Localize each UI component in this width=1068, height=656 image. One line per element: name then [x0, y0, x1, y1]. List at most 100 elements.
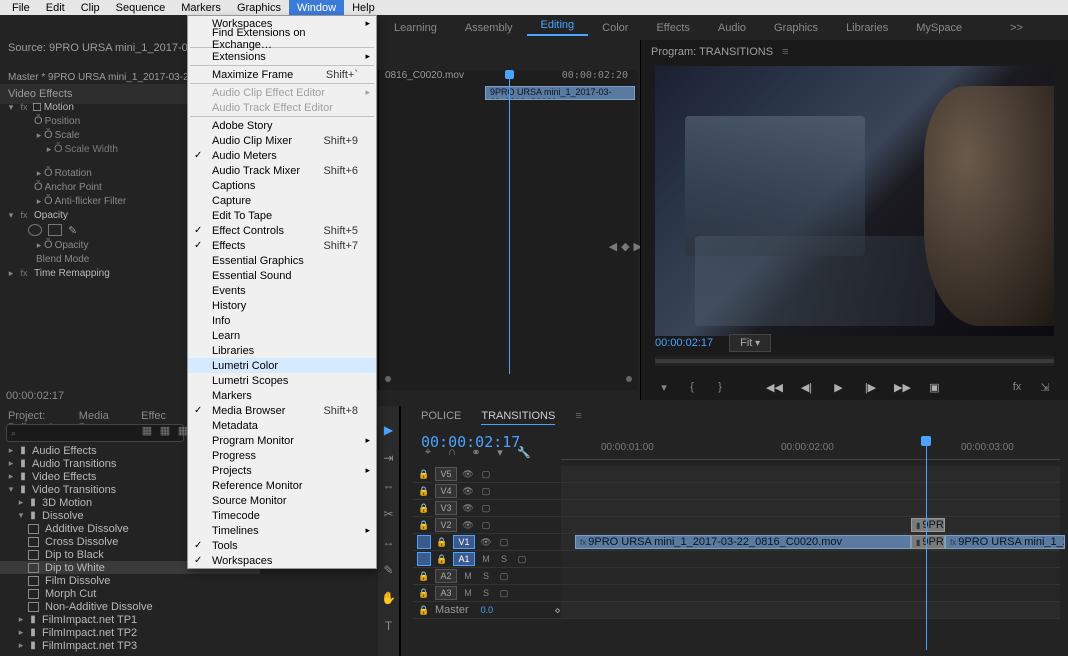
marker-icon[interactable]: ▾	[493, 446, 507, 459]
workspace-libraries[interactable]: Libraries	[832, 22, 902, 34]
slip-tool-icon[interactable]: ↔	[381, 534, 397, 550]
zoom-fit-dropdown[interactable]: Fit ▾	[729, 334, 771, 352]
folder-filmimpact3[interactable]: ▸▮FilmImpact.net TP3	[0, 639, 260, 652]
in-point-icon[interactable]: {	[683, 381, 701, 394]
transition-item[interactable]: Non-Additive Dissolve	[0, 600, 260, 613]
track-v4[interactable]: 🔒V4👁▢	[413, 483, 1060, 500]
preset-icon[interactable]: ▦	[140, 424, 154, 437]
marker-icon[interactable]: ▾	[655, 381, 673, 394]
menu-item-learn[interactable]: Learn	[188, 328, 376, 343]
mute-button[interactable]: M	[461, 569, 475, 583]
workspace-color[interactable]: Color	[588, 22, 642, 34]
track-v1[interactable]: 🔒V1👁▢ fx9PRO URSA mini_1_2017-03-22_0816…	[413, 534, 1060, 551]
source-clip[interactable]: 9PRO URSA mini_1_2017-03-22_0816_C0020	[485, 86, 635, 100]
out-point-icon[interactable]: }	[711, 381, 729, 394]
preset-icon[interactable]: ▦	[158, 424, 172, 437]
workspace-overflow-icon[interactable]: >>	[996, 22, 1037, 34]
ripple-tool-icon[interactable]: ⇔	[381, 478, 397, 494]
workspace-graphics[interactable]: Graphics	[760, 22, 832, 34]
selection-tool-icon[interactable]: ▶	[381, 422, 397, 438]
menu-item-timecode[interactable]: Timecode	[188, 508, 376, 523]
wrench-icon[interactable]: 🔧	[517, 446, 531, 459]
workspace-assembly[interactable]: Assembly	[451, 22, 527, 34]
eye-icon[interactable]: 👁	[461, 518, 475, 532]
lock-icon[interactable]: 🔒	[417, 467, 431, 481]
workspace-effects[interactable]: Effects	[642, 22, 703, 34]
menu-item-events[interactable]: Events	[188, 283, 376, 298]
program-scrubber[interactable]	[655, 356, 1054, 366]
razor-tool-icon[interactable]: ✂	[381, 506, 397, 522]
menu-help[interactable]: Help	[344, 0, 383, 15]
lock-icon[interactable]: 🔒	[417, 484, 431, 498]
track-master[interactable]: 🔒Master0.0⋄	[413, 602, 1060, 619]
source-patch-icon[interactable]	[417, 535, 431, 549]
scroll-handle-icon[interactable]	[385, 376, 391, 382]
ec-motion[interactable]: ▾fx☐Motion	[0, 100, 188, 114]
folder-filmimpact1[interactable]: ▸▮FilmImpact.net TP1	[0, 613, 260, 626]
step-forward-icon[interactable]: ▶▶	[894, 381, 912, 394]
folder-filmimpact2[interactable]: ▸▮FilmImpact.net TP2	[0, 626, 260, 639]
rect-mask-icon[interactable]	[48, 224, 62, 236]
track-a1[interactable]: 🔒A1MS▢	[413, 551, 1060, 568]
source-patch-icon[interactable]	[417, 552, 431, 566]
menu-item-capture[interactable]: Capture	[188, 193, 376, 208]
lock-icon[interactable]: 🔒	[435, 552, 449, 566]
menu-clip[interactable]: Clip	[73, 0, 108, 15]
transition-item[interactable]: Film Dissolve	[0, 574, 260, 587]
frame-forward-icon[interactable]: |▶	[862, 381, 880, 394]
menu-item-lumetri-color[interactable]: Lumetri Color	[188, 358, 376, 373]
workspace-audio[interactable]: Audio	[704, 22, 760, 34]
ec-scale[interactable]: ▸ŎScale	[0, 128, 188, 142]
menu-item-adobe-story[interactable]: Adobe Story	[188, 118, 376, 133]
menu-graphics[interactable]: Graphics	[229, 0, 289, 15]
video-clip[interactable]: fx9PRO URSA mini_1_2017-03-22_0816_C0020…	[575, 535, 911, 549]
menu-item-edit-to-tape[interactable]: Edit To Tape	[188, 208, 376, 223]
menu-item-info[interactable]: Info	[188, 313, 376, 328]
panel-menu-icon[interactable]: ≡	[782, 46, 788, 58]
video-clip[interactable]: ▮9PRO	[911, 535, 945, 549]
solo-button[interactable]: S	[497, 552, 511, 566]
menu-item-extensions[interactable]: Extensions	[188, 49, 376, 64]
menu-markers[interactable]: Markers	[173, 0, 229, 15]
track-a2[interactable]: 🔒A2MS▢	[413, 568, 1060, 585]
eye-icon[interactable]: 👁	[461, 501, 475, 515]
lock-icon[interactable]: 🔒	[417, 518, 431, 532]
scroll-handle-icon[interactable]	[626, 376, 632, 382]
track-v5[interactable]: 🔒V5👁▢	[413, 466, 1060, 483]
menu-item-essential-sound[interactable]: Essential Sound	[188, 268, 376, 283]
mute-button[interactable]: M	[479, 552, 493, 566]
menu-item-effect-controls[interactable]: Effect ControlsShift+5	[188, 223, 376, 238]
menu-item-audio-clip-mixer[interactable]: Audio Clip MixerShift+9	[188, 133, 376, 148]
lock-icon[interactable]: 🔒	[435, 535, 449, 549]
menu-item-effects[interactable]: EffectsShift+7	[188, 238, 376, 253]
menu-item-audio-meters[interactable]: Audio Meters	[188, 148, 376, 163]
transition-item[interactable]: Morph Cut	[0, 587, 260, 600]
menu-item-media-browser[interactable]: Media BrowserShift+8	[188, 403, 376, 418]
track-v3[interactable]: 🔒V3👁▢	[413, 500, 1060, 517]
program-viewport[interactable]	[655, 66, 1054, 336]
lock-icon[interactable]: 🔒	[417, 501, 431, 515]
menu-item-history[interactable]: History	[188, 298, 376, 313]
lock-icon[interactable]: 🔒	[417, 569, 431, 583]
type-tool-icon[interactable]: T	[381, 618, 397, 634]
timeline-tab-police[interactable]: POLICE	[421, 410, 461, 425]
menu-item-program-monitor[interactable]: Program Monitor	[188, 433, 376, 448]
magnet-icon[interactable]: ∩	[445, 446, 459, 459]
frame-back-icon[interactable]: ◀|	[798, 381, 816, 394]
workspace-editing[interactable]: Editing	[527, 19, 589, 36]
export-frame-icon[interactable]: ▣	[926, 381, 944, 394]
menu-item-find-extensions-on-exchange[interactable]: Find Extensions on Exchange…	[188, 31, 376, 46]
mute-button[interactable]: M	[461, 586, 475, 600]
menu-item-source-monitor[interactable]: Source Monitor	[188, 493, 376, 508]
link-icon[interactable]: ⚭	[469, 446, 483, 459]
lock-icon[interactable]: 🔒	[417, 603, 431, 617]
ec-anchor[interactable]: ŎAnchor Point	[0, 180, 188, 194]
lock-icon[interactable]: 🔒	[417, 586, 431, 600]
menu-item-maximize-frame[interactable]: Maximize FrameShift+`	[188, 67, 376, 82]
workspace-learning[interactable]: Learning	[380, 22, 451, 34]
menu-item-workspaces[interactable]: Workspaces	[188, 553, 376, 568]
timeline-ruler[interactable]: 00:00:01:00 00:00:02:00 00:00:03:00	[561, 440, 1060, 460]
eye-icon[interactable]: 👁	[479, 535, 493, 549]
menu-item-audio-track-mixer[interactable]: Audio Track MixerShift+6	[188, 163, 376, 178]
menu-item-captions[interactable]: Captions	[188, 178, 376, 193]
